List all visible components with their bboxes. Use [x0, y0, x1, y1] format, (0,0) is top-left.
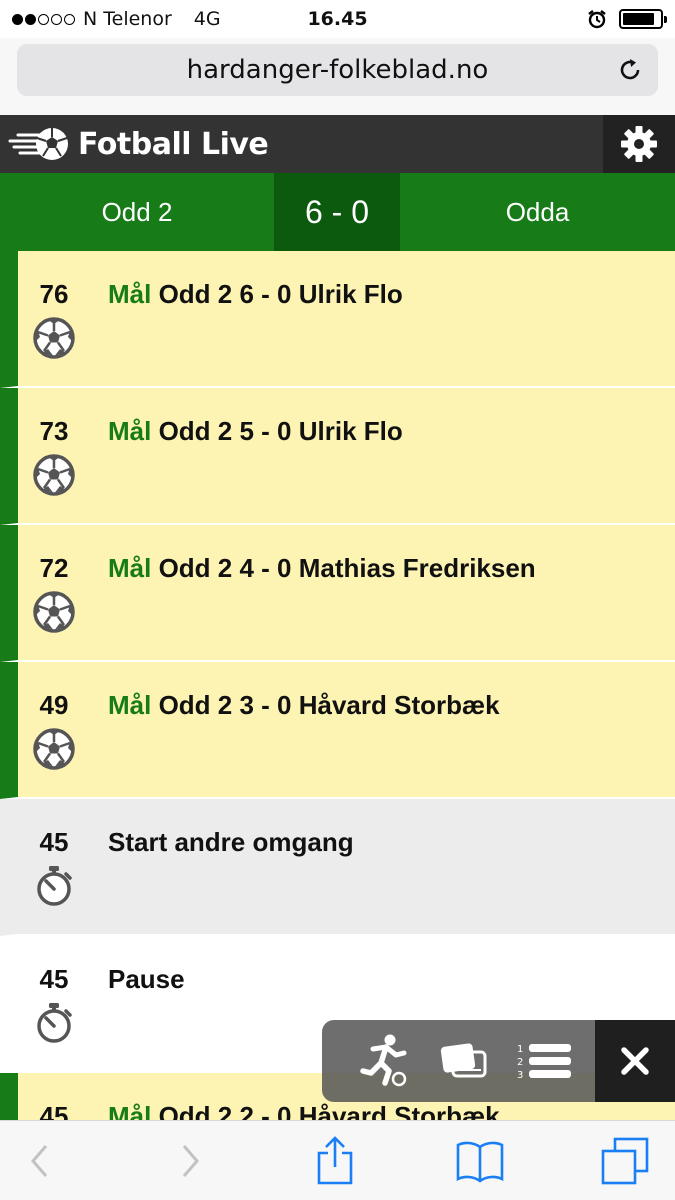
event-description: Pause [108, 964, 185, 995]
football-icon [33, 728, 75, 770]
forward-icon [182, 1145, 199, 1177]
event-text: Odd 2 6 - 0 Ulrik Flo [158, 279, 403, 309]
browser-address-area: hardanger-folkeblad.no [0, 38, 675, 115]
match-score: 6 - 0 [274, 173, 400, 251]
event-text: Odd 2 4 - 0 Mathias Fredriksen [158, 553, 536, 583]
event-description: Mål Odd 2 6 - 0 Ulrik Flo [108, 279, 403, 310]
app-header: Fotball Live [0, 115, 675, 173]
back-icon [31, 1145, 48, 1177]
player-kick-icon [360, 1034, 407, 1087]
event-type-label: Mål [108, 279, 152, 309]
app-logo[interactable]: Fotball Live [8, 123, 269, 165]
browser-toolbar [0, 1120, 675, 1200]
address-bar[interactable]: hardanger-folkeblad.no [17, 44, 658, 96]
svg-text:1: 1 [517, 1044, 523, 1055]
football-icon [33, 591, 75, 633]
reload-icon[interactable] [616, 56, 644, 84]
card-icon [440, 1043, 487, 1078]
clock: 16.45 [307, 8, 368, 30]
football-icon [33, 317, 75, 359]
event-row: 72 Mål Odd 2 4 - 0 Mathias Fredriksen [0, 525, 675, 662]
close-toolbar-button[interactable] [595, 1020, 675, 1102]
event-text: Odd 2 5 - 0 Ulrik Flo [158, 416, 403, 446]
home-team: Odd 2 [101, 197, 173, 227]
match-scoreboard: Odd 2 6 - 0 Odda [0, 173, 675, 251]
event-minute: 73 [39, 416, 69, 446]
event-text: Odd 2 2 - 0 Håvard Storbæk [158, 1101, 500, 1121]
status-bar: N Telenor 4G 16.45 [0, 0, 675, 38]
football-icon [33, 454, 75, 496]
tabs-button[interactable] [595, 1135, 655, 1187]
event-text: Start andre omgang [108, 827, 354, 857]
bookmarks-button[interactable] [450, 1135, 510, 1187]
event-minute: 76 [39, 279, 69, 309]
football-logo-icon [8, 128, 68, 160]
event-type-label: Mål [108, 690, 152, 720]
event-type-label: Mål [108, 416, 152, 446]
svg-text:3: 3 [517, 1070, 523, 1081]
stopwatch-icon [33, 865, 75, 907]
event-description: Mål Odd 2 3 - 0 Håvard Storbæk [108, 690, 500, 721]
back-button[interactable] [10, 1135, 70, 1187]
settings-button[interactable] [603, 115, 675, 173]
event-description: Mål Odd 2 2 - 0 Håvard Storbæk [108, 1101, 500, 1121]
event-minute: 72 [39, 553, 69, 583]
numbered-list-icon: 1 2 3 [517, 1044, 571, 1081]
gear-icon [621, 126, 657, 162]
event-description: Mål Odd 2 5 - 0 Ulrik Flo [108, 416, 403, 447]
event-description: Start andre omgang [108, 827, 354, 858]
battery-icon [619, 9, 667, 29]
forward-button[interactable] [160, 1135, 220, 1187]
app-title: Fotball Live [78, 126, 269, 162]
bookmarks-icon [456, 1141, 504, 1183]
event-type-label: Mål [108, 1101, 152, 1121]
alarm-icon [588, 10, 606, 29]
floating-toolbar: 1 2 3 [322, 1020, 675, 1102]
event-text: Pause [108, 964, 185, 994]
event-minute: 49 [39, 690, 69, 720]
stopwatch-icon [33, 1002, 75, 1044]
close-icon [621, 1047, 649, 1075]
away-team: Odda [505, 197, 570, 227]
event-text: Odd 2 3 - 0 Håvard Storbæk [158, 690, 500, 720]
event-minute: 45 [39, 964, 69, 994]
cards-button[interactable] [432, 1020, 496, 1102]
url-text[interactable]: hardanger-folkeblad.no [187, 55, 489, 85]
event-minute: 45 [39, 827, 69, 857]
tabs-icon [601, 1137, 649, 1185]
event-row: 49 Mål Odd 2 3 - 0 Håvard Storbæk [0, 662, 675, 799]
event-row: 73 Mål Odd 2 5 - 0 Ulrik Flo [0, 388, 675, 525]
event-type-label: Mål [108, 553, 152, 583]
event-minute: 45 [39, 1101, 69, 1121]
event-description: Mål Odd 2 4 - 0 Mathias Fredriksen [108, 553, 536, 584]
event-row: 76 Mål Odd 2 6 - 0 Ulrik Flo [0, 251, 675, 388]
player-events-button[interactable] [352, 1020, 416, 1102]
svg-text:2: 2 [517, 1057, 523, 1068]
match-event-list[interactable]: 76 Mål Odd 2 6 - 0 Ulrik Flo 73 Mål Odd … [0, 251, 675, 1121]
share-icon [317, 1136, 353, 1185]
table-button[interactable]: 1 2 3 [512, 1020, 576, 1102]
event-row: 45 Start andre omgang [0, 799, 675, 936]
share-button[interactable] [305, 1135, 365, 1187]
